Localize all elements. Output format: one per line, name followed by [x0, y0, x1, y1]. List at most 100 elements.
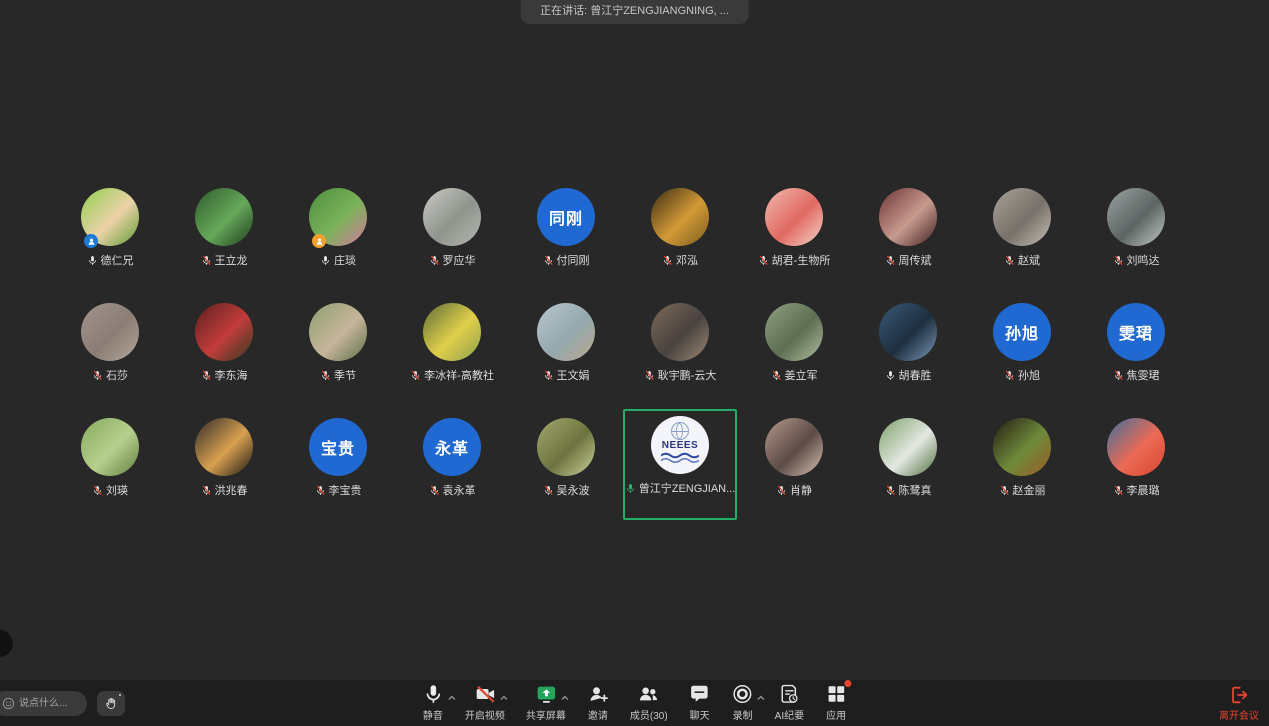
participant-name: 姜立军 — [785, 367, 818, 383]
floating-handle[interactable] — [0, 630, 13, 657]
participant-name: 王文娟 — [557, 367, 590, 383]
mic-status-icon — [320, 370, 331, 381]
toolbar-share-button[interactable]: 共享屏幕 — [523, 683, 569, 722]
toolbar-mute-button[interactable]: 静音 — [419, 683, 447, 722]
participant-tile[interactable]: 胡春胜 — [851, 294, 965, 405]
toolbar-ai-notes-button[interactable]: AI纪要 — [772, 683, 807, 722]
participant-label: 袁永革 — [429, 482, 476, 498]
participant-name: 胡春胜 — [899, 367, 932, 383]
mic-status-icon — [315, 485, 326, 496]
participant-label: 罗应华 — [429, 252, 476, 268]
participant-label: 胡春胜 — [885, 367, 932, 383]
participant-label: 姜立军 — [771, 367, 818, 383]
participant-tile[interactable]: 陈鹭真 — [851, 409, 965, 520]
toolbar-invite-button[interactable]: 邀请 — [584, 683, 612, 722]
participant-tile[interactable]: 耿宇鹏-云大 — [623, 294, 737, 405]
participant-label: 焦雯珺 — [1113, 367, 1160, 383]
participant-tile[interactable]: 石莎 — [53, 294, 167, 405]
participant-name: 庄琰 — [334, 252, 356, 268]
participant-tile[interactable]: 李晨璐 — [1079, 409, 1193, 520]
participant-tile[interactable]: 赵金丽 — [965, 409, 1079, 520]
avatar-initials: 同刚 — [549, 205, 583, 229]
participant-tile[interactable]: 胡君-生物所 — [737, 179, 851, 290]
invite-icon — [587, 683, 609, 705]
participant-label: 孙旭 — [1004, 367, 1040, 383]
participant-tile[interactable]: 宝贵 李宝贵 — [281, 409, 395, 520]
participant-tile[interactable]: 姜立军 — [737, 294, 851, 405]
participant-tile[interactable]: NEEES 曾江宁ZENGJIAN... — [623, 409, 737, 520]
raise-hand-button[interactable] — [97, 691, 125, 716]
toolbar-members-button[interactable]: 成员(30) — [627, 683, 671, 722]
participant-name: 罗应华 — [443, 252, 476, 268]
toolbar-apps-button[interactable]: 应用 — [822, 683, 850, 722]
participant-name: 石莎 — [106, 367, 128, 383]
mic-status-icon — [429, 485, 440, 496]
participant-label: 刘瑛 — [92, 482, 128, 498]
participant-avatar — [537, 418, 595, 476]
toolbar-label: 聊天 — [690, 707, 710, 722]
participant-label: 陈鹭真 — [885, 482, 932, 498]
participant-name: 李冰祥-高教社 — [424, 367, 494, 383]
toolbar-record-button[interactable]: 录制 — [729, 683, 757, 722]
mic-icon — [422, 683, 444, 705]
hand-dot — [119, 694, 121, 696]
mic-status-icon — [885, 370, 896, 381]
participant-tile[interactable]: 吴永波 — [509, 409, 623, 520]
participant-name: 赵斌 — [1018, 252, 1040, 268]
chevron-up-icon[interactable] — [560, 695, 569, 701]
members-icon — [638, 683, 660, 705]
participant-label: 耿宇鹏-云大 — [644, 367, 717, 383]
host-badge-icon — [84, 234, 98, 248]
emoji-icon[interactable] — [2, 697, 15, 710]
participant-name: 耿宇鹏-云大 — [658, 367, 717, 383]
participant-tile[interactable]: 德仁兄 — [53, 179, 167, 290]
participant-name: 季节 — [334, 367, 356, 383]
toolbar-label: 邀请 — [588, 707, 608, 722]
participant-tile[interactable]: 季节 — [281, 294, 395, 405]
participant-label: 周传斌 — [885, 252, 932, 268]
participant-tile[interactable]: 李东海 — [167, 294, 281, 405]
participant-tile[interactable]: 刘瑛 — [53, 409, 167, 520]
participant-tile[interactable]: 王立龙 — [167, 179, 281, 290]
participant-tile[interactable]: 邓泓 — [623, 179, 737, 290]
participant-tile[interactable]: 李冰祥-高教社 — [395, 294, 509, 405]
participant-tile[interactable]: 雯珺 焦雯珺 — [1079, 294, 1193, 405]
toolbar-chat-button[interactable]: 聊天 — [686, 683, 714, 722]
participant-tile[interactable]: 周传斌 — [851, 179, 965, 290]
participant-avatar: 永革 — [423, 418, 481, 476]
participant-label: 王文娟 — [543, 367, 590, 383]
mic-status-icon — [87, 255, 98, 266]
mic-status-icon — [771, 370, 782, 381]
toolbar-label: 应用 — [826, 707, 846, 722]
participant-tile[interactable]: 永革 袁永革 — [395, 409, 509, 520]
chevron-up-icon[interactable] — [757, 695, 766, 701]
participant-avatar — [423, 188, 481, 246]
participant-tile[interactable]: 赵斌 — [965, 179, 1079, 290]
record-icon — [732, 683, 754, 705]
participant-tile[interactable]: 罗应华 — [395, 179, 509, 290]
participant-tile[interactable]: 王文娟 — [509, 294, 623, 405]
participant-label: 李冰祥-高教社 — [410, 367, 494, 383]
cohost-badge-icon — [312, 234, 326, 248]
participant-avatar — [651, 188, 709, 246]
chevron-up-icon[interactable] — [499, 695, 508, 701]
participant-tile[interactable]: 刘鸣达 — [1079, 179, 1193, 290]
toolbar-video-button[interactable]: 开启视频 — [462, 683, 508, 722]
participant-tile[interactable]: 肖静 — [737, 409, 851, 520]
leave-meeting-icon — [1228, 684, 1250, 706]
speaking-banner: 正在讲话: 曾江宁ZENGJIANGNING, ... — [520, 0, 749, 24]
leave-meeting-button[interactable]: 离开会议 — [1219, 684, 1259, 722]
mic-status-icon — [885, 485, 896, 496]
mic-status-icon — [320, 255, 331, 266]
participant-name: 袁永革 — [443, 482, 476, 498]
participant-name: 李东海 — [215, 367, 248, 383]
participant-tile[interactable]: 同刚 付同刚 — [509, 179, 623, 290]
participant-tile[interactable]: 庄琰 — [281, 179, 395, 290]
participant-tile[interactable]: 洪兆春 — [167, 409, 281, 520]
participant-label: 季节 — [320, 367, 356, 383]
chevron-up-icon[interactable] — [447, 695, 456, 701]
participant-label: 庄琰 — [320, 252, 356, 268]
participant-avatar — [81, 418, 139, 476]
participant-label: 德仁兄 — [87, 252, 134, 268]
participant-tile[interactable]: 孙旭 孙旭 — [965, 294, 1079, 405]
